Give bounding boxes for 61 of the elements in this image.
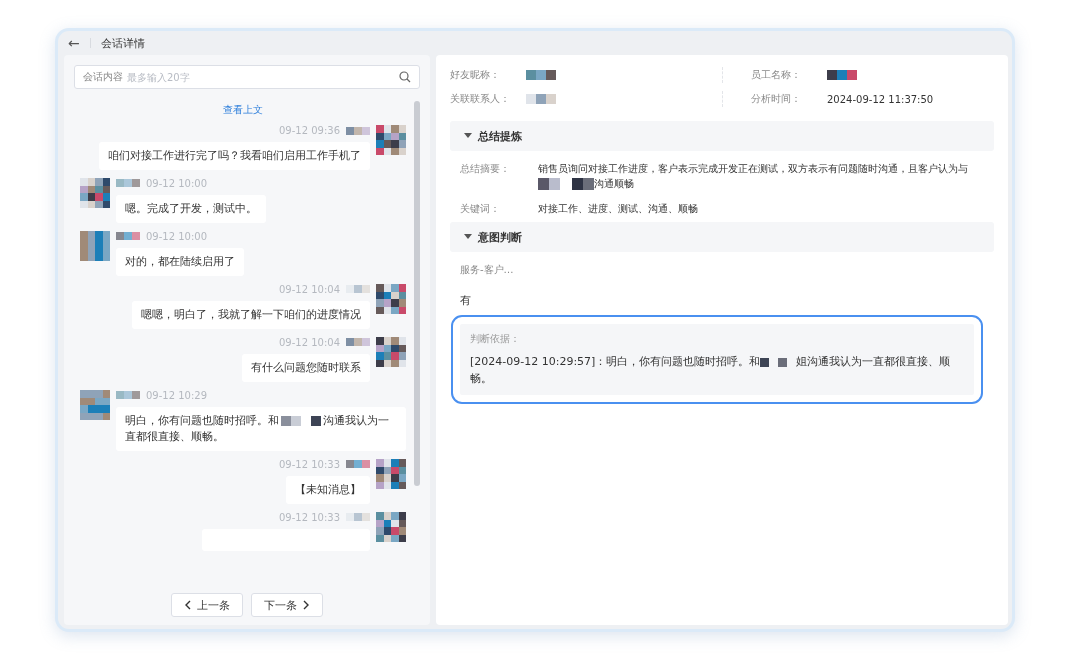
avatar-icon	[376, 283, 406, 314]
avatar-icon	[376, 336, 406, 367]
search-icon[interactable]	[399, 71, 411, 83]
name-mosaic	[116, 391, 140, 400]
chevron-left-icon	[184, 600, 192, 610]
window-title: 会话详情	[100, 35, 145, 51]
message-time: 09-12 10:04	[278, 336, 340, 348]
field-label: 好友昵称：	[450, 68, 501, 82]
name-mosaic	[116, 232, 140, 241]
section-title: 意图判断	[478, 229, 522, 245]
message-time: 09-12 10:04	[278, 283, 340, 295]
row-text: 对接工作、进度、测试、沟通、顺畅	[538, 202, 699, 216]
row-label: 总结摘要：	[460, 162, 511, 176]
name-mosaic	[346, 513, 370, 521]
name-mosaic	[346, 338, 370, 347]
message-bubble: 有什么问题您随时联系	[242, 353, 370, 382]
row-text: 销售员询问对接工作进度，客户表示完成开发正在测试，双方表示有问题随时沟通，且客户认为与 沟通顺畅	[538, 162, 969, 191]
message-bubble: 嗯。完成了开发，测试中。	[116, 194, 266, 223]
field-label: 员工名称：	[751, 68, 802, 82]
redaction-mosaic	[538, 178, 594, 190]
next-button[interactable]: 下一条	[251, 593, 323, 617]
load-more-link[interactable]: 查看上文	[223, 103, 263, 117]
name-mosaic	[346, 285, 370, 294]
redaction-mosaic	[279, 415, 323, 426]
search-field[interactable]: 会话内容 最多输入20字	[74, 65, 420, 89]
chevron-right-icon	[302, 600, 310, 610]
message-bubble: 咱们对接工作进行完了吗？我看咱们启用工作手机了	[99, 142, 370, 170]
name-mosaic	[116, 179, 140, 188]
row-label: 服务-客户…	[460, 263, 515, 277]
avatar-icon	[376, 458, 406, 489]
name-mosaic	[346, 126, 370, 135]
message-time: 09-12 10:33	[278, 458, 340, 470]
message-bubble: 【未知消息】	[286, 475, 370, 504]
evidence-label: 判断依据：	[470, 332, 521, 346]
avatar-icon	[376, 125, 406, 155]
section-title: 总结提炼	[478, 128, 522, 144]
message-time: 09-12 10:29	[146, 389, 208, 401]
name-mosaic	[346, 460, 370, 469]
field-label: 分析时间：	[751, 92, 802, 106]
message-bubble: 对的，都在陆续启用了	[116, 247, 244, 276]
avatar-icon	[80, 177, 110, 208]
message-bubble: 明白，你有问题也随时招呼。和 沟通我认为一直都很直接、顺畅。	[116, 406, 406, 451]
message-time: 09-12 10:00	[146, 177, 208, 189]
message-time: 09-12 09:36	[278, 125, 340, 136]
field-label: 关联联系人：	[450, 92, 511, 106]
back-button[interactable]: ←	[68, 35, 80, 51]
message-time: 09-12 10:00	[146, 230, 208, 242]
section-header[interactable]: 总结提炼	[450, 121, 994, 151]
avatar-icon	[80, 389, 110, 420]
row-label: 关键词：	[460, 202, 501, 216]
search-input[interactable]: 最多输入20字	[127, 71, 395, 83]
previous-button[interactable]: 上一条	[171, 593, 243, 617]
search-label: 会话内容	[83, 70, 123, 84]
field-value: 2024-09-12 11:37:50	[827, 93, 934, 105]
section-header[interactable]: 意图判断	[450, 222, 994, 252]
intent-value: 有	[460, 293, 472, 308]
message-bubble: 嗯嗯，明白了，我就了解一下咱们的进度情况	[132, 300, 370, 329]
evidence-text: [2024-09-12 10:29:57]：明白，你有问题也随时招呼。和 姐沟通我认为一直都很直接、顺畅。	[470, 354, 952, 387]
avatar-icon	[376, 511, 406, 542]
avatar-icon	[80, 230, 110, 261]
message-time: 09-12 10:33	[278, 511, 340, 523]
